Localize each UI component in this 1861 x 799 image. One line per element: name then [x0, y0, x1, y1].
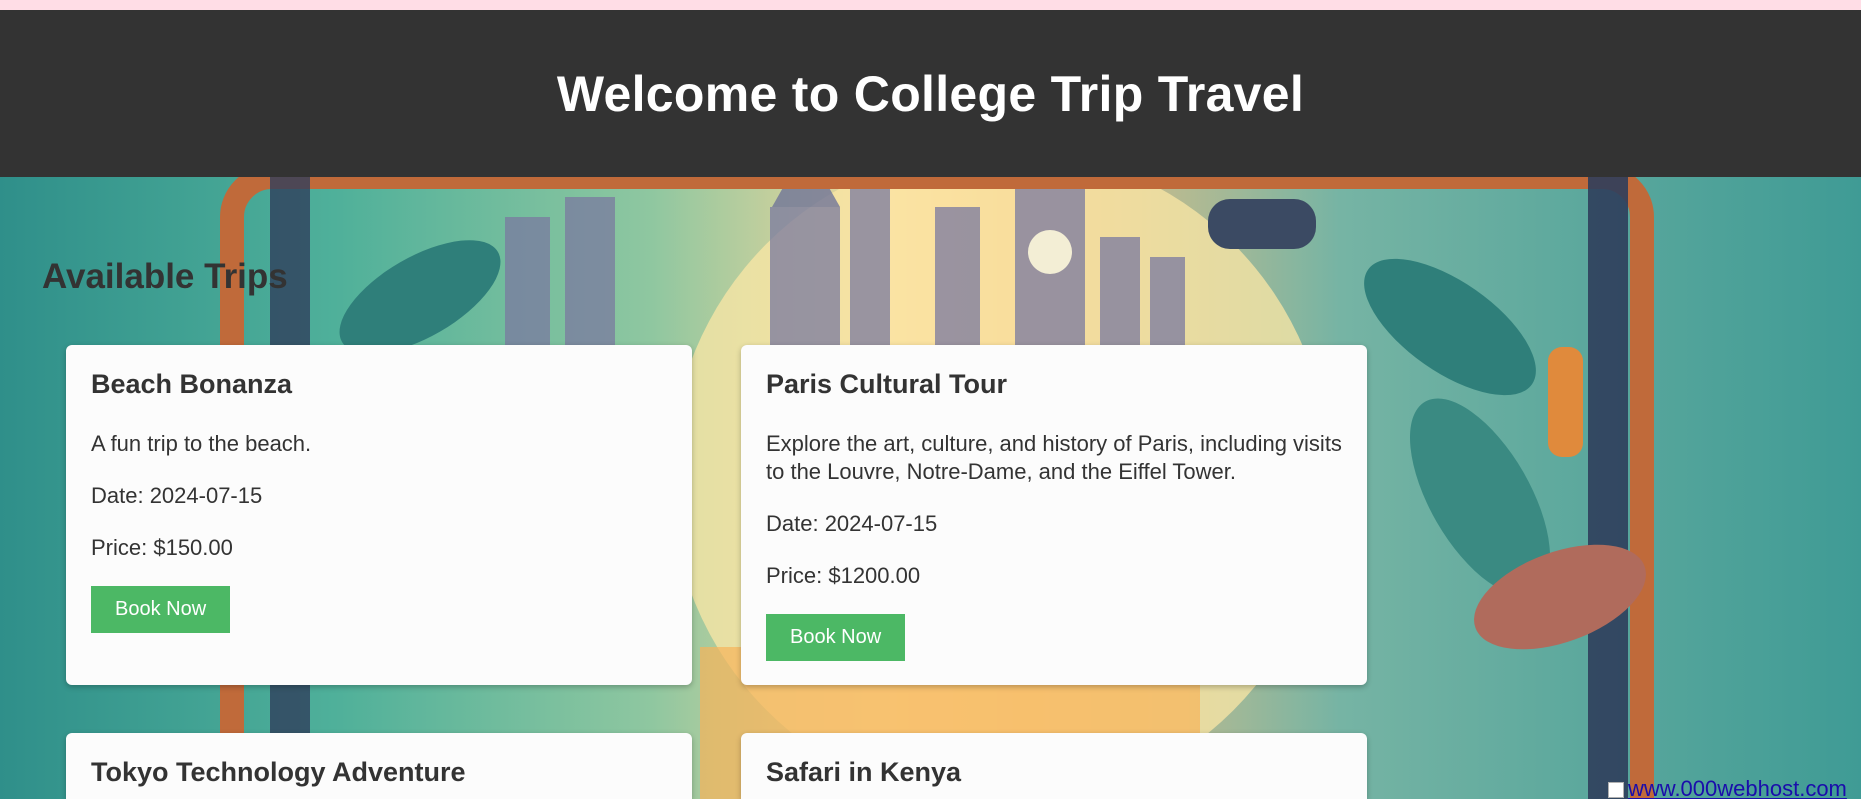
trip-card-safari-in-kenya: Safari in Kenya: [741, 733, 1367, 799]
page-title: Welcome to College Trip Travel: [556, 65, 1305, 122]
trip-title: Safari in Kenya: [766, 757, 962, 787]
trip-card-beach-bonanza: Beach Bonanza A fun trip to the beach. D…: [66, 345, 692, 685]
webhost-link[interactable]: www.000webhost.com: [1608, 776, 1847, 799]
trip-card-paris-cultural-tour: Paris Cultural Tour Explore the art, cul…: [741, 345, 1367, 685]
top-strip: [0, 0, 1861, 10]
site-header: Welcome to College Trip Travel: [0, 10, 1861, 177]
broken-image-icon: [1608, 782, 1624, 799]
trip-title: Tokyo Technology Adventure: [91, 757, 466, 787]
trip-price: Price: $150.00: [91, 535, 233, 560]
trip-description: A fun trip to the beach.: [91, 431, 312, 456]
trip-description: Explore the art, culture, and history of…: [766, 431, 1342, 484]
trip-date: Date: 2024-07-15: [766, 511, 938, 536]
trip-title: Paris Cultural Tour: [766, 369, 1008, 399]
trip-card-tokyo-technology-adventure: Tokyo Technology Adventure: [66, 733, 692, 799]
trip-date: Date: 2024-07-15: [91, 483, 263, 508]
trip-title: Beach Bonanza: [91, 369, 293, 399]
section-title: Available Trips: [42, 257, 288, 296]
webhost-link-text: www.000webhost.com: [1628, 776, 1847, 799]
book-now-button[interactable]: Book Now: [766, 614, 906, 661]
book-now-button[interactable]: Book Now: [91, 586, 231, 633]
trip-price: Price: $1200.00: [766, 563, 921, 588]
